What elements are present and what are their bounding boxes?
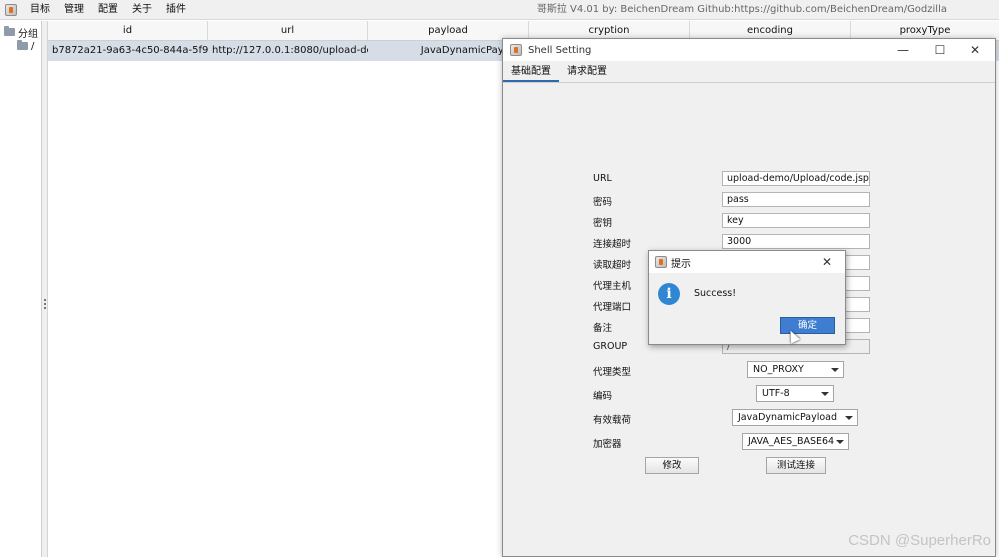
chevron-down-icon <box>836 440 844 444</box>
proxy-type-select[interactable]: NO_PROXY <box>747 361 844 378</box>
group-tree: 分组 / <box>0 21 42 557</box>
group-label: GROUP <box>593 341 628 352</box>
encoding-label: 编码 <box>593 391 613 402</box>
remark-label: 备注 <box>593 323 613 334</box>
splitter-grip-icon[interactable] <box>44 299 46 309</box>
key-label: 密钥 <box>593 218 613 229</box>
close-icon[interactable]: ✕ <box>811 251 843 273</box>
window-title: 哥斯拉 V4.01 by: BeichenDream Github:https:… <box>536 4 947 15</box>
dialog-tabs: 基础配置 请求配置 <box>503 61 995 83</box>
folder-open-icon <box>4 26 15 36</box>
minimize-icon[interactable]: — <box>887 39 919 61</box>
dialog-title: Shell Setting <box>528 44 592 56</box>
payload-value: JavaDynamicPayload <box>738 412 838 423</box>
menu-target[interactable]: 目标 <box>23 0 57 20</box>
encoding-select[interactable]: UTF-8 <box>756 385 834 402</box>
payload-select[interactable]: JavaDynamicPayload <box>732 409 858 426</box>
maximize-icon[interactable]: ☐ <box>924 39 956 61</box>
chevron-down-icon <box>831 368 839 372</box>
chevron-down-icon <box>821 392 829 396</box>
folder-icon <box>17 40 28 50</box>
message-dialog: 提示 ✕ i Success! 确定 <box>648 250 846 345</box>
dialog-titlebar[interactable]: Shell Setting — ☐ ✕ <box>503 39 995 61</box>
password-label: 密码 <box>593 197 613 208</box>
menu-plugins[interactable]: 插件 <box>159 0 193 20</box>
tree-root-label: 分组 <box>18 28 38 40</box>
message-app-icon <box>655 256 667 268</box>
tree-child-label: / <box>31 40 35 52</box>
connect-timeout-field[interactable]: 3000 <box>722 234 870 249</box>
url-label: URL <box>593 173 612 184</box>
proxy-host-label: 代理主机 <box>593 281 632 292</box>
menu-about[interactable]: 关于 <box>125 0 159 20</box>
test-connection-button[interactable]: 测试连接 <box>766 457 826 474</box>
info-icon: i <box>658 283 680 305</box>
chevron-down-icon <box>845 416 853 420</box>
payload-label: 有效载荷 <box>593 415 632 426</box>
cryption-select[interactable]: JAVA_AES_BASE64 <box>742 433 849 450</box>
cryption-label: 加密器 <box>593 439 622 450</box>
proxy-type-label: 代理类型 <box>593 367 632 378</box>
menu-bar: 目标 管理 配置 关于 插件 哥斯拉 V4.01 by: BeichenDrea… <box>0 0 999 20</box>
watermark: CSDN @SuperherRo <box>848 532 991 549</box>
menu-config[interactable]: 配置 <box>91 0 125 20</box>
message-text: Success! <box>694 288 737 299</box>
app-icon <box>5 3 17 16</box>
cell-url: http://127.0.0.1:8080/upload-dem... <box>212 45 368 56</box>
modify-button[interactable]: 修改 <box>645 457 699 474</box>
tree-root[interactable]: 分组 <box>0 25 41 40</box>
encoding-value: UTF-8 <box>762 388 790 399</box>
tab-basic-config[interactable]: 基础配置 <box>503 61 559 82</box>
close-icon[interactable]: ✕ <box>959 39 991 61</box>
proxy-type-value: NO_PROXY <box>753 364 804 375</box>
column-url[interactable]: url <box>208 21 368 40</box>
message-titlebar[interactable]: 提示 ✕ <box>649 251 845 273</box>
cryption-value: JAVA_AES_BASE64 <box>748 436 835 447</box>
key-field[interactable]: key <box>722 213 870 228</box>
dialog-app-icon <box>510 44 522 56</box>
tree-child[interactable]: / <box>0 39 41 53</box>
tab-request-config[interactable]: 请求配置 <box>559 61 615 82</box>
menu-manage[interactable]: 管理 <box>57 0 91 20</box>
message-title: 提示 <box>671 258 691 270</box>
column-id[interactable]: id <box>48 21 208 40</box>
read-timeout-label: 读取超时 <box>593 260 632 271</box>
password-field[interactable]: pass <box>722 192 870 207</box>
cell-id: b7872a21-9a63-4c50-844a-5f94d... <box>52 45 208 56</box>
url-field[interactable]: upload-demo/Upload/code.jsp <box>722 171 870 186</box>
proxy-port-label: 代理端口 <box>593 302 632 313</box>
connect-timeout-label: 连接超时 <box>593 239 632 250</box>
